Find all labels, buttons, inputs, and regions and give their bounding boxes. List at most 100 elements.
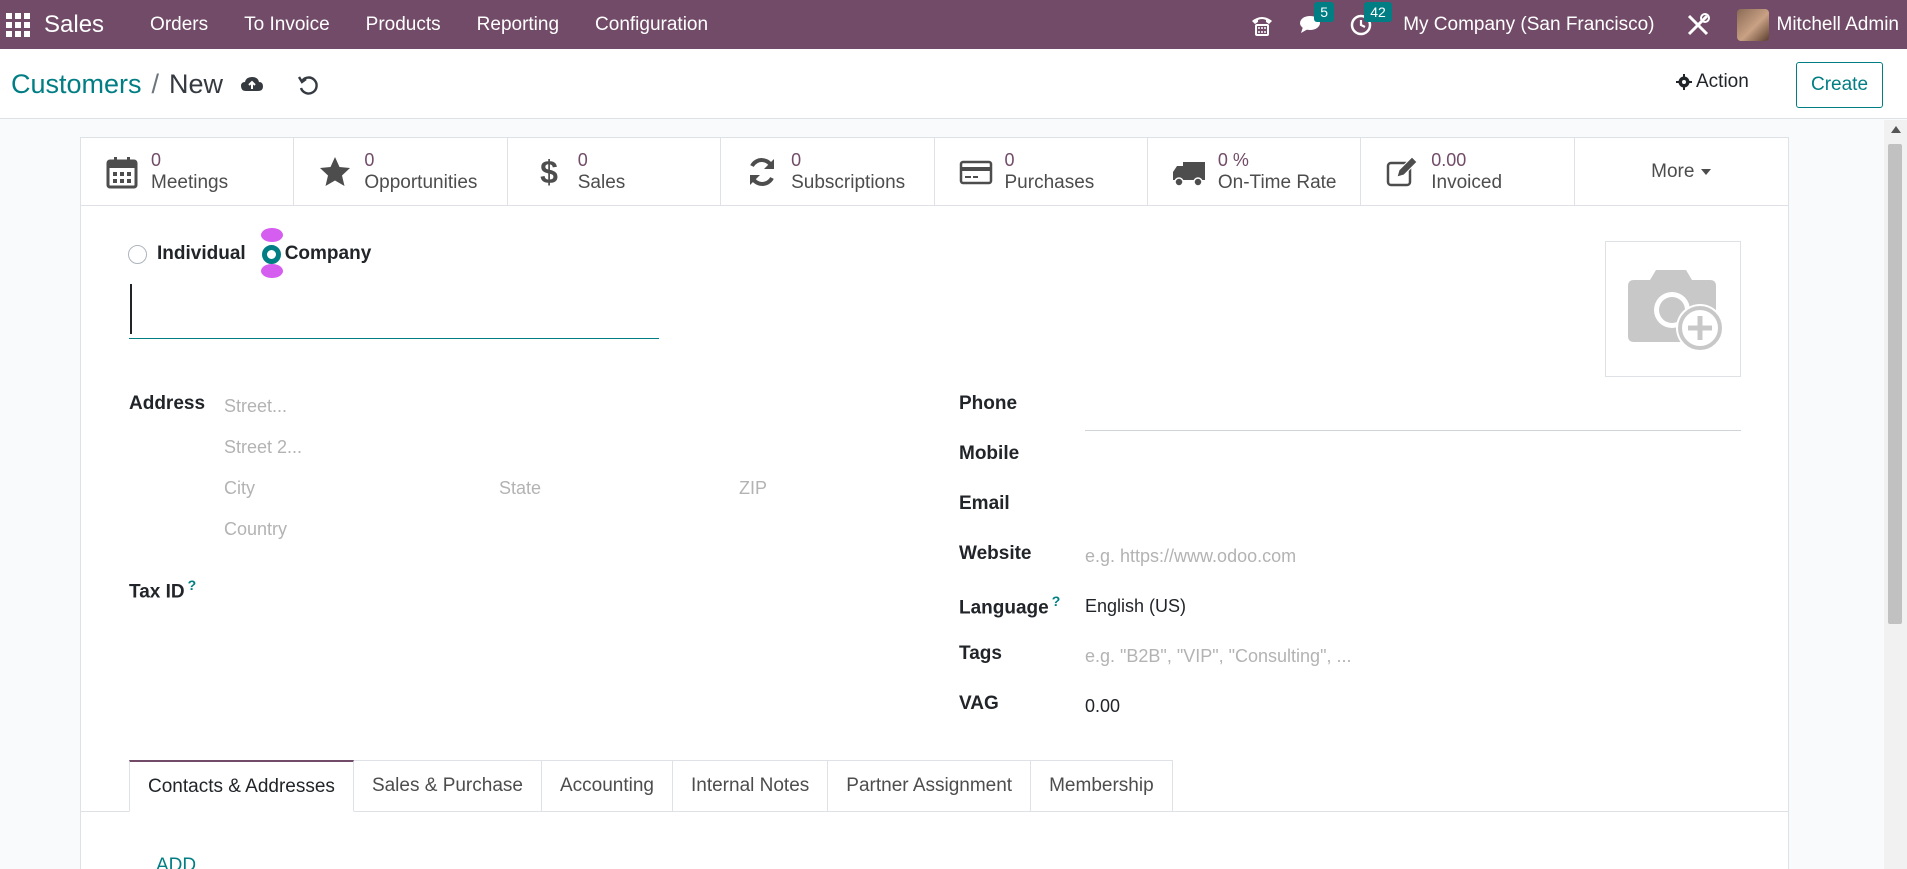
star-icon — [320, 157, 351, 186]
more-label: More — [1651, 161, 1695, 182]
tab-partner-assignment[interactable]: Partner Assignment — [828, 760, 1032, 812]
apps-menu-icon[interactable] — [4, 11, 32, 39]
street2-input[interactable]: Street 2... — [224, 437, 302, 458]
click-indicator-top — [260, 227, 283, 242]
state-select[interactable]: State — [499, 478, 541, 499]
credit-card-icon — [959, 160, 992, 185]
company-type-selector: Individual Company — [128, 227, 387, 278]
chat-icon[interactable]: 5 — [1299, 1, 1334, 38]
smart-button-invoiced[interactable]: 0.00 Invoiced — [1361, 138, 1575, 206]
phone-icon[interactable] — [1249, 12, 1275, 38]
company-switcher[interactable]: My Company (San Francisco) — [1403, 14, 1654, 36]
activity-clock-icon[interactable]: 42 — [1349, 1, 1392, 38]
truck-icon — [1172, 162, 1205, 187]
save-cloud-icon[interactable] — [240, 73, 264, 97]
gear-icon — [1676, 74, 1692, 90]
action-button[interactable]: Action — [1676, 71, 1749, 93]
smart-button-sales[interactable]: $ 0 Sales — [508, 138, 722, 206]
smart-button-opportunities[interactable]: 0 Opportunities — [294, 138, 508, 206]
breadcrumb: Customers / New — [11, 69, 223, 100]
app-name[interactable]: Sales — [44, 11, 104, 39]
address-label: Address — [129, 393, 206, 414]
smart-button-purchases[interactable]: 0 Purchases — [935, 138, 1148, 206]
company-name-input[interactable] — [129, 281, 659, 339]
tab-accounting[interactable]: Accounting — [541, 760, 673, 812]
svg-text:$: $ — [540, 155, 558, 189]
menu-orders[interactable]: Orders — [132, 14, 226, 36]
create-button[interactable]: Create — [1796, 62, 1883, 108]
smart-button-meetings[interactable]: 0 Meetings — [81, 138, 295, 206]
email-label: Email — [959, 493, 1010, 514]
on-time-rate-value: 0 % — [1217, 150, 1249, 170]
discard-undo-icon[interactable] — [296, 73, 320, 97]
opportunities-count: 0 — [364, 150, 375, 170]
phone-input[interactable] — [1085, 430, 1741, 431]
meetings-label: Meetings — [151, 172, 229, 193]
tags-input[interactable]: e.g. "B2B", "VIP", "Consulting", ... — [1085, 646, 1351, 667]
zip-input[interactable]: ZIP — [739, 478, 767, 499]
opportunities-label: Opportunities — [364, 172, 478, 193]
tax-id-label-text: Tax ID — [129, 581, 185, 603]
website-input[interactable]: e.g. https://www.odoo.com — [1085, 546, 1296, 567]
user-avatar[interactable] — [1736, 8, 1769, 41]
breadcrumb-separator: / — [151, 69, 160, 99]
top-navbar: Sales Orders To Invoice Products Reporti… — [0, 0, 1907, 49]
mobile-label: Mobile — [959, 443, 1020, 464]
menu-products[interactable]: Products — [348, 14, 459, 36]
menu-reporting[interactable]: Reporting — [459, 14, 577, 36]
pencil-square-icon — [1387, 156, 1418, 187]
tab-internal-notes[interactable]: Internal Notes — [672, 760, 829, 812]
scroll-thumb[interactable] — [1888, 144, 1902, 624]
scrollbar[interactable] — [1884, 120, 1907, 869]
user-menu[interactable]: Mitchell Admin — [1777, 14, 1900, 36]
text-cursor — [130, 284, 132, 334]
add-contact-button[interactable]: ADD — [156, 855, 196, 869]
smart-buttons: 0 Meetings 0 Opportunities $ 0 Sales 0 Subsc… — [81, 138, 1788, 206]
breadcrumb-customers[interactable]: Customers — [11, 69, 142, 100]
image-upload[interactable] — [1605, 241, 1741, 377]
invoiced-amount: 0.00 — [1431, 150, 1467, 170]
breadcrumb-current: New — [169, 69, 224, 99]
radio-individual-label[interactable]: Individual — [157, 243, 246, 265]
city-input[interactable]: City — [224, 478, 255, 499]
dollar-icon: $ — [540, 155, 558, 189]
menu-to-invoice[interactable]: To Invoice — [226, 14, 348, 36]
tax-id-help-icon[interactable]: ? — [188, 577, 197, 593]
vag-input[interactable]: 0.00 — [1085, 696, 1120, 717]
country-select[interactable]: Country — [224, 519, 287, 540]
meetings-count: 0 — [151, 150, 162, 170]
debug-tools-icon[interactable] — [1685, 12, 1711, 38]
tab-membership[interactable]: Membership — [1031, 760, 1173, 812]
street-input[interactable]: Street... — [224, 396, 287, 417]
tab-contacts-addresses[interactable]: Contacts & Addresses — [129, 760, 354, 812]
on-time-rate-label: On-Time Rate — [1217, 172, 1337, 193]
scroll-up-arrow-icon[interactable] — [1891, 126, 1901, 133]
sales-label: Sales — [577, 172, 626, 193]
language-label-text: Language — [959, 597, 1049, 619]
radio-company-label[interactable]: Company — [285, 243, 372, 265]
menu-configuration[interactable]: Configuration — [577, 14, 726, 36]
language-help-icon[interactable]: ? — [1052, 593, 1061, 609]
radio-individual[interactable] — [128, 244, 147, 264]
more-dropdown[interactable]: More — [1575, 138, 1788, 206]
systray: 5 42 My Company (San Francisco) Mitchell… — [1237, 0, 1907, 49]
tags-label: Tags — [959, 643, 1002, 664]
main-menu: Orders To Invoice Products Reporting Con… — [132, 14, 726, 36]
refresh-icon — [750, 158, 775, 186]
messages-badge: 5 — [1314, 1, 1334, 22]
language-label: Language? — [959, 593, 1060, 619]
purchases-count: 0 — [1004, 150, 1015, 170]
camera-add-icon — [1628, 270, 1724, 352]
caret-down-icon — [1701, 169, 1712, 175]
tab-sales-purchase[interactable]: Sales & Purchase — [353, 760, 542, 812]
click-indicator-bottom — [260, 263, 283, 278]
website-label: Website — [959, 543, 1032, 564]
smart-button-subscriptions[interactable]: 0 Subscriptions — [721, 138, 935, 206]
tax-id-label: Tax ID? — [129, 577, 196, 603]
smart-button-on-time-rate[interactable]: 0 % On-Time Rate — [1148, 138, 1362, 206]
calendar-icon — [106, 157, 138, 189]
vag-label: VAG — [959, 693, 999, 714]
purchases-label: Purchases — [1004, 172, 1095, 193]
radio-company[interactable] — [261, 244, 281, 264]
language-select[interactable]: English (US) — [1085, 596, 1186, 617]
